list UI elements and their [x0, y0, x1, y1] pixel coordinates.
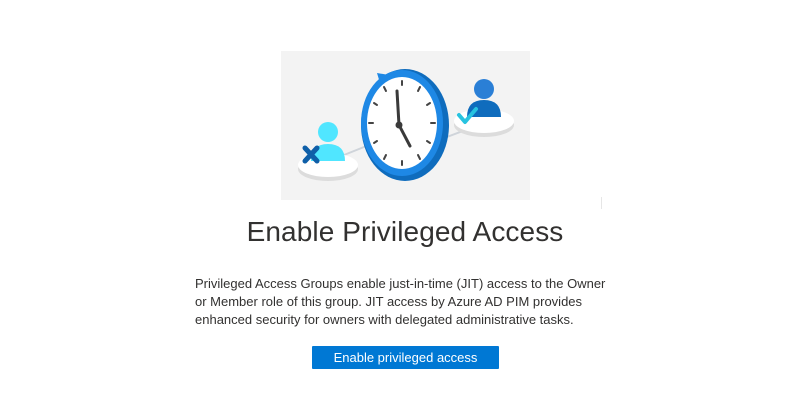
- divider: [601, 197, 602, 209]
- description-line: or Member role of this group. JIT access…: [195, 294, 583, 309]
- description: Privileged Access Groups enable just-in-…: [195, 275, 625, 329]
- user-denied-icon: [298, 122, 358, 181]
- hero-illustration: [281, 51, 530, 200]
- description-line: Privileged Access Groups enable just-in-…: [195, 276, 606, 291]
- enable-privileged-access-button[interactable]: Enable privileged access: [312, 346, 499, 369]
- description-line: enhanced security for owners with delega…: [195, 312, 574, 327]
- page-title: Enable Privileged Access: [246, 216, 564, 247]
- clock-icon: [361, 69, 449, 181]
- user-approved-icon: [454, 79, 514, 137]
